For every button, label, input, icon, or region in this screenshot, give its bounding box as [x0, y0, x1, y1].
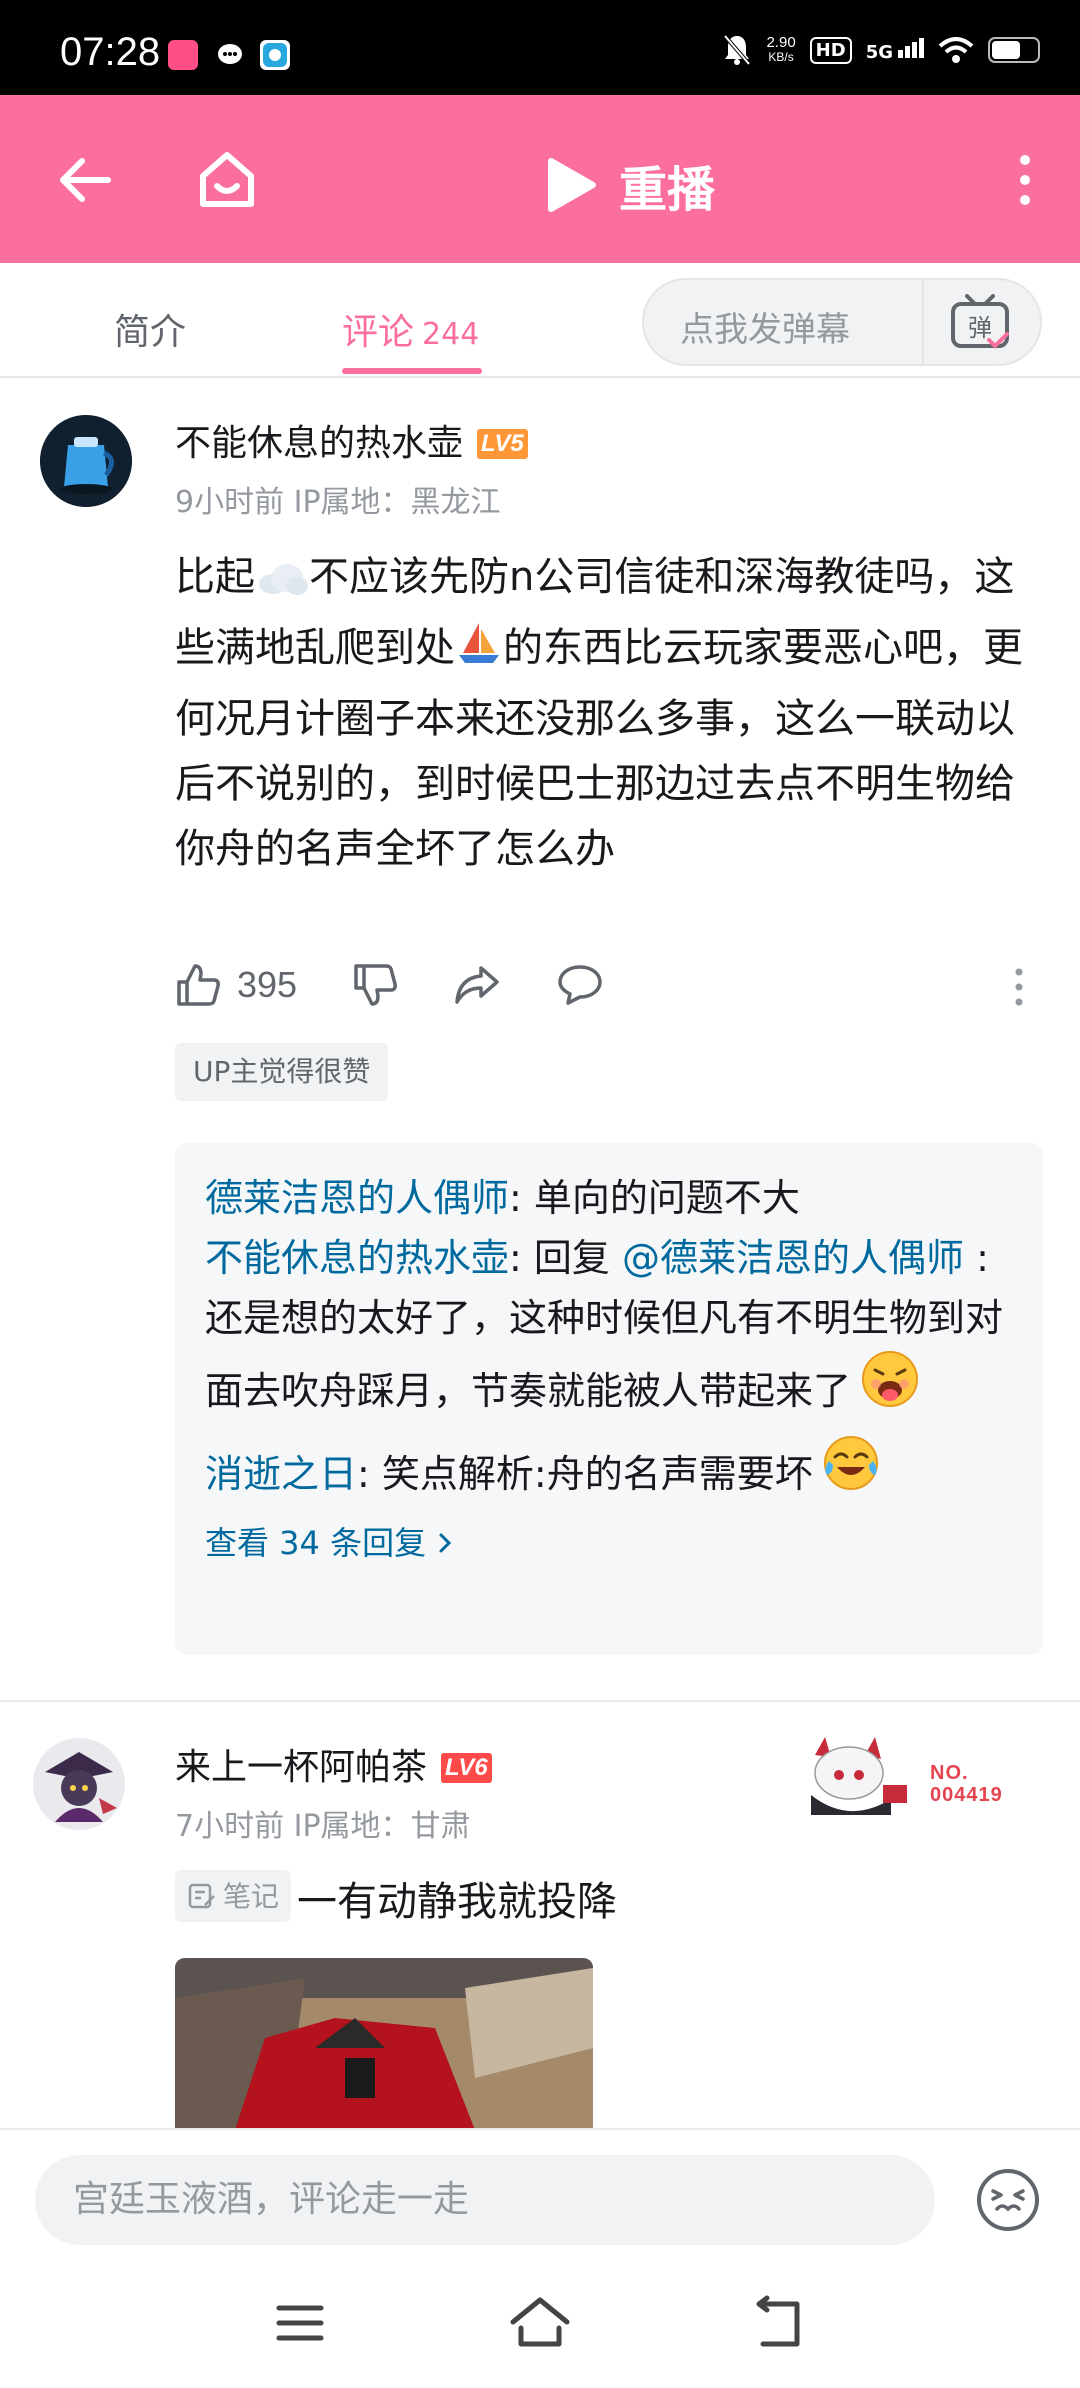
nav-menu-button[interactable]	[265, 2288, 335, 2358]
view-more-replies-link[interactable]: 查看 34 条回复	[205, 1516, 1013, 1570]
home-icon	[200, 152, 254, 207]
network-speed: 2.90 KB/s	[766, 34, 796, 64]
emoji-button[interactable]	[975, 2167, 1041, 2233]
reply-button[interactable]	[556, 963, 604, 1007]
reply-mention[interactable]: @德莱洁恩的人偶师	[622, 1236, 964, 1280]
emoji-icon	[977, 2169, 1039, 2231]
comment-bubble-icon	[558, 965, 602, 1005]
reply-item[interactable]: 消逝之日: 笑点解析:舟的名声需要坏	[205, 1433, 1013, 1510]
fan-number: NO. 004419	[930, 1762, 1003, 1806]
tab-bar: 简介 评论 244 点我发弹幕 弹	[0, 263, 1080, 378]
comment-username[interactable]: 不能休息的热水壶 LV5	[175, 414, 528, 466]
status-bar: 07:28 2.90 KB/s HD 5G	[0, 0, 1080, 95]
active-tab-indicator	[342, 368, 482, 374]
danmaku-separator	[922, 280, 924, 364]
tab-intro[interactable]: 简介	[114, 303, 186, 355]
like-count: 395	[237, 964, 298, 1005]
reply-username[interactable]: 德莱洁恩的人偶师	[205, 1176, 509, 1220]
fan-card-character-icon	[811, 1737, 907, 1815]
thumb-up-icon	[177, 964, 220, 1006]
status-indicators: 2.90 KB/s HD 5G	[722, 30, 1040, 70]
replay-label: 重播	[619, 162, 716, 218]
app-badge-icon	[260, 40, 290, 70]
video-header: 重播	[0, 95, 1080, 263]
back-arrow-icon	[60, 158, 111, 202]
reply-preview-box[interactable]: 德莱洁恩的人偶师: 单向的问题不大 不能休息的热水壶: 回复 @德莱洁恩的人偶师…	[175, 1143, 1043, 1655]
level-badge: LV6	[441, 1753, 492, 1783]
up-liked-tag: UP主觉得很赞	[175, 1043, 389, 1101]
mute-bell-icon	[723, 34, 751, 66]
sailboat-emoji-icon	[455, 619, 503, 687]
comment-content: 比起 不应该先防n公司信徒和深海教徒吗，这些满地乱爬到处 的东西比云玩家要恶心吧，更…	[175, 545, 1045, 882]
comment-meta: 9小时前 IP属地：黑龙江	[175, 485, 501, 520]
like-button[interactable]: 395	[175, 962, 297, 1008]
comment-divider	[0, 1700, 1080, 1702]
wifi-icon	[938, 37, 974, 63]
level-badge: LV5	[477, 429, 528, 459]
more-vertical-icon	[1020, 155, 1030, 205]
chevron-right-icon	[438, 1516, 452, 1570]
cloud-emoji-icon	[255, 551, 309, 616]
avatar[interactable]	[33, 1738, 125, 1830]
comment-content: 笔记 一有动静我就投降	[175, 1870, 1045, 1935]
reply-username[interactable]: 不能休息的热水壶	[205, 1236, 509, 1280]
comment-more-button[interactable]	[1014, 967, 1024, 1007]
tab-comments-label: 评论	[342, 312, 415, 353]
status-time: 07:28	[60, 30, 161, 74]
avatar[interactable]	[40, 415, 132, 507]
play-icon	[548, 158, 596, 212]
back-icon	[756, 2295, 800, 2347]
chat-notification-icon	[215, 40, 245, 70]
tab-comments[interactable]: 评论 244	[342, 303, 479, 355]
share-icon	[455, 966, 499, 1004]
battery-icon	[988, 37, 1040, 63]
nav-home-button[interactable]	[505, 2288, 575, 2358]
note-tag: 笔记	[175, 1870, 292, 1922]
signal-indicator: 5G	[866, 37, 924, 63]
danmaku-input[interactable]: 点我发弹幕 弹	[642, 278, 1042, 366]
danmaku-placeholder: 点我发弹幕	[680, 310, 850, 350]
comment-username[interactable]: 来上一杯阿帕茶 LV6	[175, 1738, 492, 1790]
home-icon	[510, 2297, 570, 2347]
comment-meta: 7小时前 IP属地：甘肃	[175, 1809, 471, 1844]
thumb-down-icon	[354, 964, 398, 1006]
laughing-tears-emoji-icon	[821, 1433, 881, 1510]
reply-item[interactable]: 不能休息的热水壶: 回复 @德莱洁恩的人偶师 :还是想的太好了，这种时候但凡有不…	[205, 1228, 1013, 1427]
system-nav-bar	[0, 2258, 1080, 2388]
nav-back-button[interactable]	[745, 2288, 815, 2358]
comment-input[interactable]: 宫廷玉液酒，评论走一走	[35, 2155, 935, 2245]
note-icon	[188, 1883, 215, 1909]
more-vertical-icon	[1015, 968, 1023, 1006]
reply-username[interactable]: 消逝之日	[205, 1452, 357, 1496]
dislike-button[interactable]	[352, 962, 398, 1008]
back-button[interactable]	[50, 145, 120, 215]
reply-item[interactable]: 德莱洁恩的人偶师: 单向的问题不大	[205, 1168, 1013, 1228]
menu-icon	[276, 2305, 324, 2341]
share-button[interactable]	[453, 964, 501, 1006]
comment-input-bar: 宫廷玉液酒，评论走一走	[0, 2128, 1080, 2258]
comment-image[interactable]	[175, 1958, 593, 2130]
tongue-face-emoji-icon	[859, 1348, 921, 1427]
svg-text:弹: 弹	[968, 314, 992, 342]
danmaku-toggle-icon[interactable]: 弹	[949, 294, 1013, 352]
signal-bars-icon	[896, 37, 924, 63]
home-button[interactable]	[190, 143, 264, 217]
replay-button[interactable]: 重播	[545, 150, 715, 220]
comment-actions: 395	[175, 962, 659, 1008]
hd-indicator: HD	[809, 36, 852, 64]
tab-comments-count: 244	[422, 317, 480, 352]
more-button[interactable]	[1000, 145, 1050, 215]
app-notification-icon	[168, 40, 198, 70]
